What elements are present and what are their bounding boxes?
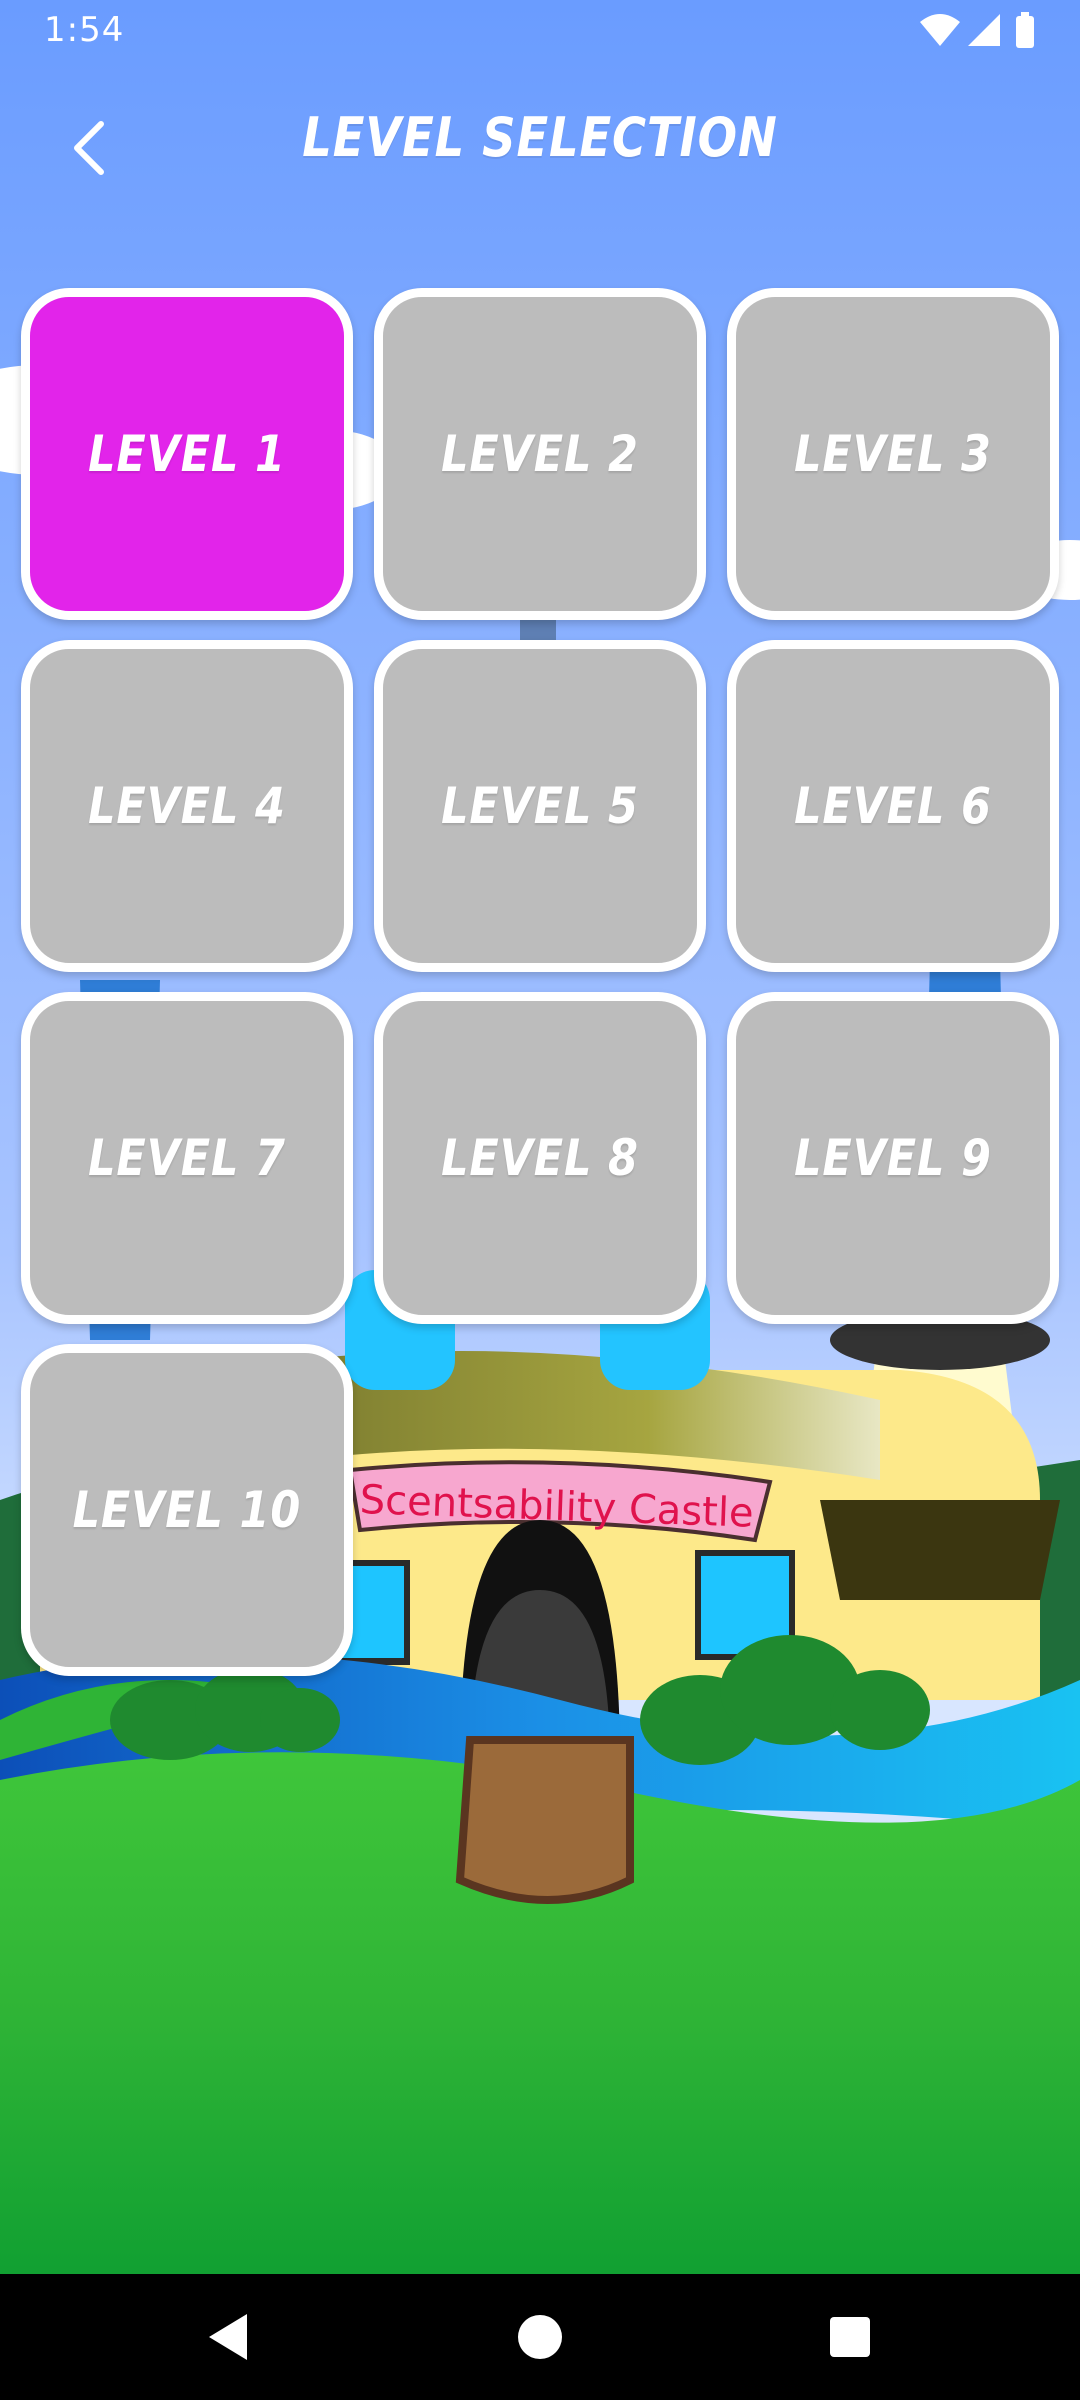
nav-home-circle-icon[interactable] xyxy=(505,2302,575,2372)
wifi-icon xyxy=(920,14,960,46)
level-label: LEVEL 1 xyxy=(88,425,286,483)
level-label: LEVEL 8 xyxy=(441,1129,639,1187)
app-bar: LEVEL SELECTION xyxy=(0,62,1080,222)
level-label: LEVEL 4 xyxy=(88,777,286,835)
level-8-button[interactable]: LEVEL 8 xyxy=(374,992,706,1324)
level-10-button[interactable]: LEVEL 10 xyxy=(21,1344,353,1676)
signal-icon xyxy=(968,14,1000,46)
page-title: LEVEL SELECTION xyxy=(302,106,778,169)
battery-icon xyxy=(1016,16,1034,48)
level-1-button[interactable]: LEVEL 1 xyxy=(21,288,353,620)
level-9-button[interactable]: LEVEL 9 xyxy=(727,992,1059,1324)
level-grid: LEVEL 1 LEVEL 2 LEVEL 3 LEVEL 4 LEVEL 5 … xyxy=(21,288,1061,1676)
level-label: LEVEL 6 xyxy=(794,777,992,835)
level-label: LEVEL 9 xyxy=(794,1129,992,1187)
level-6-button[interactable]: LEVEL 6 xyxy=(727,640,1059,972)
level-label: LEVEL 10 xyxy=(72,1481,302,1539)
nav-back-triangle-icon[interactable] xyxy=(195,2302,265,2372)
level-5-button[interactable]: LEVEL 5 xyxy=(374,640,706,972)
level-label: LEVEL 5 xyxy=(441,777,639,835)
status-time: 1:54 xyxy=(44,10,125,50)
level-label: LEVEL 7 xyxy=(88,1129,286,1187)
status-bar: 1:54 xyxy=(0,0,1080,62)
level-4-button[interactable]: LEVEL 4 xyxy=(21,640,353,972)
status-icons xyxy=(920,12,1034,48)
level-3-button[interactable]: LEVEL 3 xyxy=(727,288,1059,620)
level-label: LEVEL 2 xyxy=(441,425,639,483)
level-7-button[interactable]: LEVEL 7 xyxy=(21,992,353,1324)
level-label: LEVEL 3 xyxy=(794,425,992,483)
nav-recents-square-icon[interactable] xyxy=(815,2302,885,2372)
level-2-button[interactable]: LEVEL 2 xyxy=(374,288,706,620)
system-navigation-bar xyxy=(0,2274,1080,2400)
